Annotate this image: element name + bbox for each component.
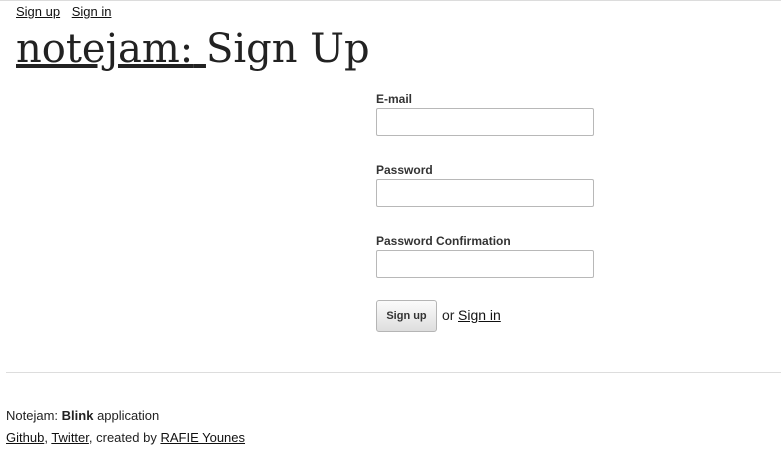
footer-created-by: , created by bbox=[88, 430, 157, 445]
nav-sign-up-link[interactable]: Sign up bbox=[16, 4, 60, 19]
top-border bbox=[0, 0, 781, 1]
user-nav: Sign up Sign in bbox=[16, 4, 119, 20]
page-title-text: Sign Up bbox=[205, 26, 370, 72]
password-confirmation-input[interactable] bbox=[376, 250, 594, 278]
form-actions: Sign up or Sign in bbox=[376, 300, 636, 332]
sign-in-link[interactable]: Sign in bbox=[458, 307, 501, 323]
brand-text: notejam: bbox=[16, 26, 194, 72]
brand-link[interactable]: notejam: bbox=[16, 26, 206, 72]
sign-up-button[interactable]: Sign up bbox=[376, 300, 437, 332]
email-field-group: E-mail bbox=[376, 91, 606, 136]
footer: Notejam: Blink application Github, Twitt… bbox=[6, 405, 245, 449]
author-link[interactable]: RAFIE Younes bbox=[160, 430, 245, 445]
email-label: E-mail bbox=[376, 92, 413, 106]
or-text: or bbox=[442, 307, 455, 323]
password-input[interactable] bbox=[376, 179, 594, 207]
nav-sign-in-link[interactable]: Sign in bbox=[72, 4, 112, 19]
footer-app-prefix: Notejam: bbox=[6, 408, 59, 423]
password-confirmation-field-group: Password Confirmation bbox=[376, 233, 606, 278]
password-label: Password bbox=[376, 163, 433, 177]
footer-app-name: Blink bbox=[61, 408, 94, 423]
footer-app-suffix: application bbox=[97, 408, 160, 423]
footer-line-app: Notejam: Blink application bbox=[6, 405, 245, 427]
password-field-group: Password bbox=[376, 162, 606, 207]
email-input[interactable] bbox=[376, 108, 594, 136]
password-confirmation-label: Password Confirmation bbox=[376, 234, 511, 248]
twitter-link[interactable]: Twitter bbox=[51, 430, 89, 445]
footer-line-credits: Github, Twitter, created by RAFIE Younes bbox=[6, 430, 246, 445]
github-link[interactable]: Github bbox=[6, 430, 44, 445]
footer-divider bbox=[6, 372, 781, 373]
page-title: notejam: Sign Up bbox=[16, 22, 370, 76]
